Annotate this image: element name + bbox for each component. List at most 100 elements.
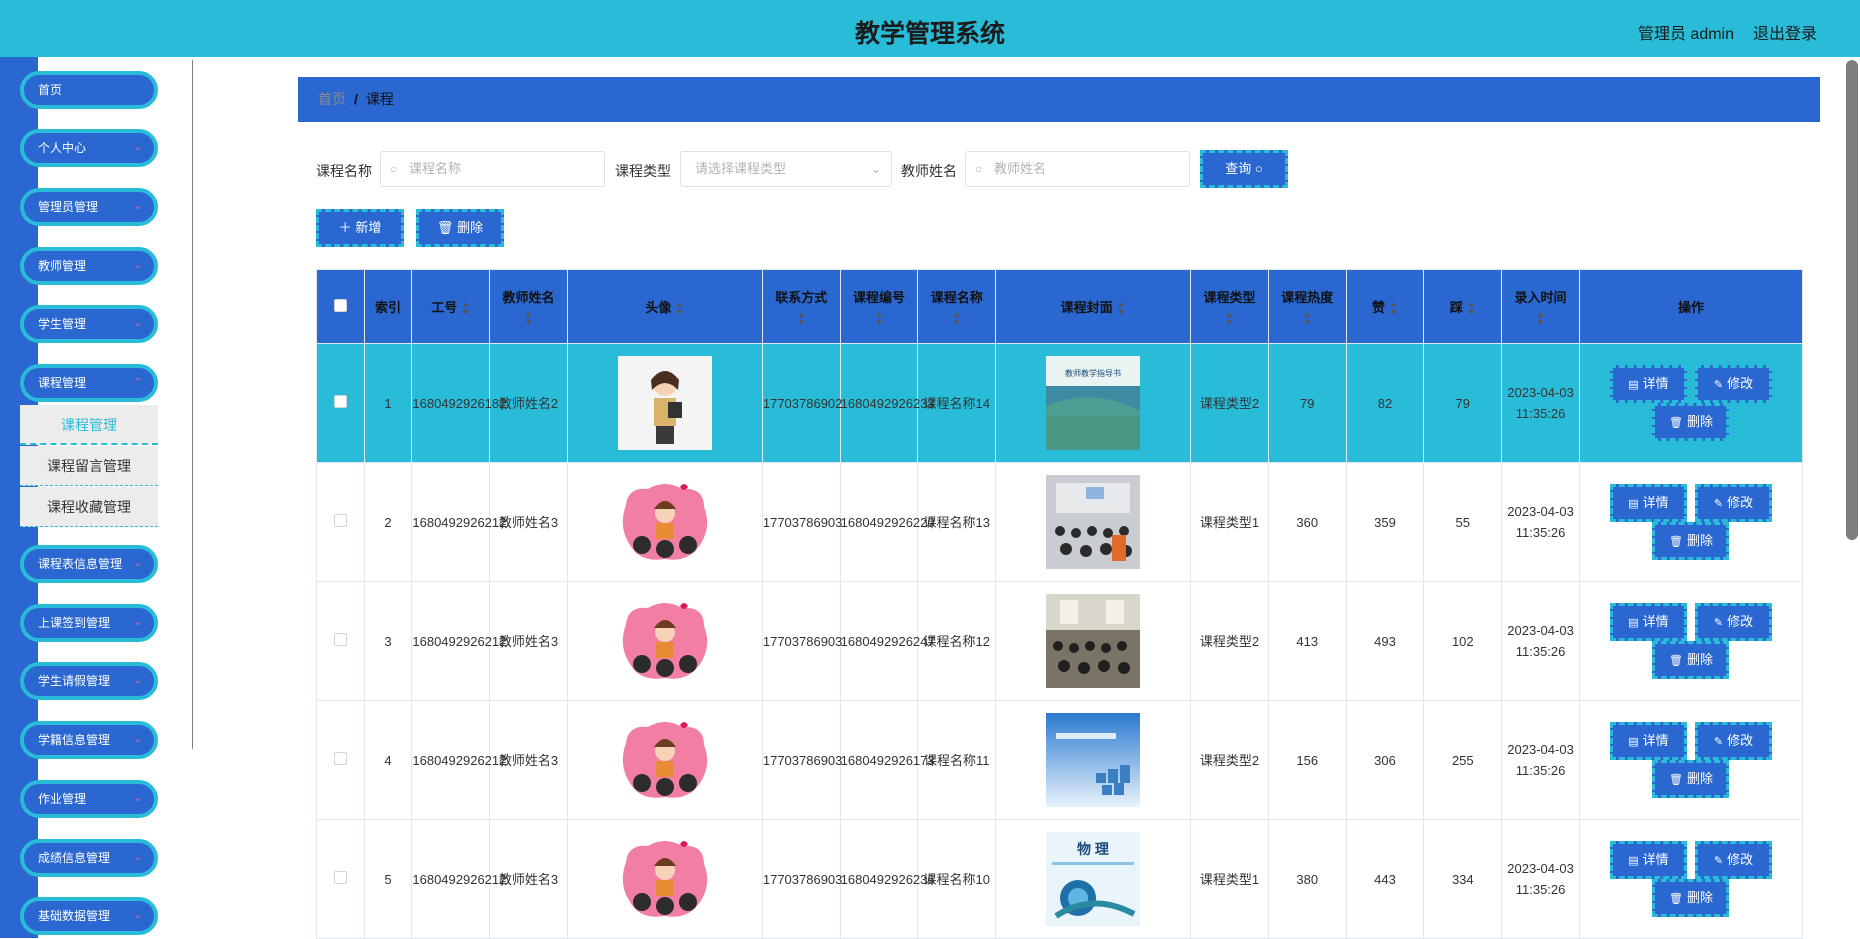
heat-cell: 413 <box>1267 581 1347 701</box>
sort-icon[interactable]: ▲ ▼ <box>1269 310 1346 327</box>
likes-cell: 359 <box>1345 462 1425 582</box>
column-header[interactable]: 课程名称 ▲ ▼ <box>917 269 997 344</box>
column-header[interactable]: 赞 ▲ ▼ <box>1345 269 1425 344</box>
column-header[interactable]: 课程编号 ▲ ▼ <box>839 269 919 344</box>
edit-button[interactable]: ✎ 修改 <box>1694 603 1772 641</box>
row-checkbox[interactable] <box>333 870 347 884</box>
scroll-down-icon[interactable]: ▼ <box>191 917 193 928</box>
detail-button[interactable]: ▤ 详情 <box>1609 722 1687 760</box>
sort-icon[interactable]: ▲ ▼ <box>763 310 840 327</box>
submenu-item-course-favorite[interactable]: 课程收藏管理 <box>20 487 158 527</box>
column-header[interactable]: 工号 ▲ ▼ <box>411 269 491 344</box>
row-checkbox[interactable] <box>333 394 347 408</box>
sidebar-item-basic-data[interactable]: 基础数据管理 ⌄ <box>20 897 158 935</box>
table-row[interactable]: 4 1680492926212 教师姓名3 17703786903 1680492926… <box>316 700 1804 820</box>
sidebar-item-homework[interactable]: 作业管理 ⌄ <box>20 780 158 818</box>
time-cell: 2023-04-03 11:35:26 <box>1501 462 1580 582</box>
chevron-down-icon: ⌄ <box>133 734 142 745</box>
sidebar-item-admin[interactable]: 管理员管理 ⌄ <box>20 188 158 226</box>
add-button[interactable]: ＋ 新增 <box>316 209 404 247</box>
breadcrumb-home[interactable]: 首页 <box>318 91 346 107</box>
time-cell: 2023-04-03 11:35:26 <box>1501 581 1580 701</box>
sort-icon[interactable]: ▲ ▼ <box>1467 300 1476 317</box>
sort-icon[interactable]: ▲ ▼ <box>490 310 567 327</box>
time-cell-value: 2023-04-03 11:35:26 <box>1507 861 1574 897</box>
sort-icon[interactable]: ▲ ▼ <box>461 300 470 317</box>
detail-button[interactable]: ▤ 详情 <box>1609 484 1687 522</box>
edit-button[interactable]: ✎ 修改 <box>1694 841 1772 879</box>
job-no-cell: 1680492926212 <box>411 581 506 701</box>
sidebar-item-student[interactable]: 学生管理 ⌄ <box>20 305 158 343</box>
sidebar-item-grades[interactable]: 成绩信息管理 ⌄ <box>20 839 158 877</box>
column-header[interactable]: 课程类型 ▲ ▼ <box>1190 269 1269 344</box>
sort-icon[interactable]: ▲ ▼ <box>918 310 995 327</box>
sidebar-item-checkin[interactable]: 上课签到管理 ⌄ <box>20 604 158 642</box>
sidebar-item-teacher[interactable]: 教师管理 ⌄ <box>20 247 158 285</box>
sort-icon[interactable]: ▲ ▼ <box>1191 310 1268 327</box>
edit-button[interactable]: ✎ 修改 <box>1694 365 1772 403</box>
column-header[interactable]: 头像 ▲ ▼ <box>566 269 763 344</box>
chevron-down-icon: ⌄ <box>133 142 142 153</box>
submenu-item-course-message[interactable]: 课程留言管理 <box>20 446 158 486</box>
column-header[interactable]: 课程封面 ▲ ▼ <box>995 269 1192 344</box>
sidebar-item-profile[interactable]: 个人中心 ⌄ <box>20 129 158 167</box>
delete-button[interactable]: 🗑 删除 <box>1652 760 1730 798</box>
sort-icon[interactable]: ▲ ▼ <box>1389 300 1398 317</box>
table-row[interactable]: 1 1680492926182 教师姓名2 17703786902 1680492926… <box>316 343 1804 463</box>
course-name-placeholder: 课程名称 <box>409 161 462 176</box>
detail-button[interactable]: ▤ 详情 <box>1609 603 1687 641</box>
column-header[interactable]: 踩 ▲ ▼ <box>1423 269 1503 344</box>
sort-icon[interactable]: ▲ ▼ <box>1117 300 1126 317</box>
delete-button[interactable]: 🗑 删除 <box>1652 522 1730 560</box>
column-header[interactable]: 联系方式 ▲ ▼ <box>761 269 841 344</box>
column-header[interactable]: 课程热度 ▲ ▼ <box>1267 269 1347 344</box>
delete-button[interactable]: 🗑 删除 <box>1652 641 1730 679</box>
batch-delete-button[interactable]: 🗑 删除 <box>416 209 504 247</box>
sort-icon[interactable]: ▲ ▼ <box>841 310 918 327</box>
course-type-cell: 课程类型2 <box>1190 343 1269 463</box>
course-type-select[interactable]: 请选择课程类型 ⌄ <box>680 151 892 187</box>
sidebar-item-label: 作业管理 <box>38 792 87 806</box>
sidebar-item-label: 成绩信息管理 <box>38 851 111 865</box>
course-cover-image: 教师教学指导书 <box>1046 356 1141 450</box>
edit-button[interactable]: ✎ 修改 <box>1694 484 1772 522</box>
pencil-icon: ✎ <box>1713 617 1724 629</box>
sidebar-item-schedule[interactable]: 课程表信息管理 ⌄ <box>20 545 158 583</box>
table-row[interactable]: 3 1680492926212 教师姓名3 17703786903 1680492926… <box>316 581 1804 701</box>
table-row[interactable]: 5 1680492926212 教师姓名3 17703786903 1680492926… <box>316 819 1804 939</box>
query-button[interactable]: 查询 ○ <box>1200 150 1288 188</box>
delete-button[interactable]: 🗑 删除 <box>1652 879 1730 917</box>
sidebar-item-label: 基础数据管理 <box>38 909 111 923</box>
breadcrumb-separator: / <box>354 91 358 107</box>
course-name-input[interactable]: ○ 课程名称 <box>380 151 605 187</box>
column-header[interactable]: 录入时间 ▲ ▼ <box>1501 269 1580 344</box>
sidebar-item-leave[interactable]: 学生请假管理 ⌄ <box>20 662 158 700</box>
row-checkbox[interactable] <box>333 513 347 527</box>
index-cell-value: 4 <box>384 752 392 768</box>
sidebar-scrollbar-thumb[interactable] <box>192 57 193 752</box>
dislikes-cell-value: 102 <box>1451 633 1474 649</box>
detail-button[interactable]: ▤ 详情 <box>1609 841 1687 879</box>
logout-link[interactable]: 退出登录 <box>1753 20 1817 44</box>
table-row[interactable]: 2 1680492926212 教师姓名3 17703786903 1680492926… <box>316 462 1804 582</box>
select-all-checkbox[interactable] <box>333 298 347 312</box>
sidebar-item-status[interactable]: 学籍信息管理 ⌄ <box>20 721 158 759</box>
row-checkbox[interactable] <box>333 632 347 646</box>
teacher-name-input[interactable]: ○ 教师姓名 <box>965 151 1190 187</box>
select-all-cell <box>316 269 365 344</box>
column-header-label: 头像 <box>645 299 672 315</box>
column-header-label: 课程编号 <box>853 290 906 305</box>
avatar <box>617 475 712 569</box>
sort-icon[interactable]: ▲ ▼ <box>675 300 684 317</box>
page-scrollbar-thumb[interactable] <box>1846 60 1858 540</box>
delete-button[interactable]: 🗑 删除 <box>1652 403 1730 441</box>
index-cell-value: 3 <box>384 633 392 649</box>
sort-icon[interactable]: ▲ ▼ <box>1502 310 1579 327</box>
detail-button[interactable]: ▤ 详情 <box>1609 365 1687 403</box>
submenu-item-course[interactable]: 课程管理 <box>20 405 158 445</box>
column-header[interactable]: 教师姓名 ▲ ▼ <box>489 269 568 344</box>
sidebar-item-home[interactable]: 首页 <box>20 71 158 109</box>
edit-button[interactable]: ✎ 修改 <box>1694 722 1772 760</box>
sidebar-item-course[interactable]: 课程管理 ⌃ <box>20 364 158 402</box>
row-checkbox[interactable] <box>333 751 347 765</box>
